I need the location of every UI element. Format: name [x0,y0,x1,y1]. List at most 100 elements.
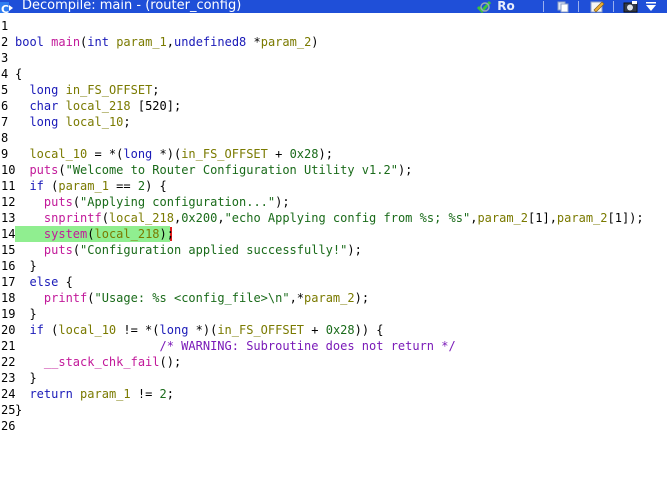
string-token[interactable]: "Usage: %s <config_file>\n" [95,291,290,305]
number-token[interactable]: 0x28 [290,147,319,161]
line-number: 8 [1,131,9,145]
code-line[interactable]: 15 puts("Configuration applied successfu… [0,242,667,258]
decompiler-code-view[interactable]: 1 2 bool main(int param_1,undefined8 *para… [0,18,667,434]
variable-token[interactable]: in_FS_OFFSET [66,83,153,97]
line-number: 19 [1,307,16,321]
code-line[interactable]: 18 printf("Usage: %s <config_file>\n",*p… [0,290,667,306]
code-line[interactable]: 4{ [0,66,667,82]
punctuation-token: [1]); [607,211,644,225]
code-line[interactable]: 3 [0,50,667,66]
copy-button[interactable] [555,0,571,13]
refresh-button[interactable] [475,0,493,13]
variable-token[interactable]: param_1 [58,179,109,193]
code-line[interactable]: 2 bool main(int param_1,undefined8 *param… [0,34,667,50]
code-line[interactable]: 9 local_10 = *(long *)(in_FS_OFFSET + 0x… [0,146,667,162]
keyword-token[interactable]: else [29,275,58,289]
function-token[interactable]: puts [44,195,73,209]
comment-token[interactable]: /* WARNING: Subroutine does not return *… [160,339,456,353]
line-number: 17 [1,275,16,289]
punctuation-token [58,83,65,97]
variable-token[interactable]: local_218 [66,99,131,113]
code-line[interactable]: 10 puts("Welcome to Router Configuration… [0,162,667,178]
number-token[interactable]: 0x200 [181,211,217,225]
keyword-token[interactable]: char [29,99,58,113]
keyword-token[interactable]: if [29,323,43,337]
function-token[interactable]: puts [44,243,73,257]
punctuation-token: != [130,387,160,401]
code-line[interactable]: 1 [0,18,667,34]
line-number: 7 [1,115,9,129]
variable-token[interactable]: param_2 [477,211,528,225]
code-text: } [15,258,36,274]
menu-button[interactable] [643,0,659,13]
code-line[interactable]: 26 [0,418,667,434]
readonly-icon[interactable]: Ro [496,0,516,13]
variable-token[interactable]: param_1 [80,387,131,401]
variable-token[interactable]: in_FS_OFFSET [217,323,304,337]
keyword-token[interactable]: long [123,147,152,161]
variable-token[interactable]: local_218 [95,227,160,241]
string-token[interactable]: "Applying configuration..." [80,195,275,209]
code-line[interactable]: 11 if (param_1 == 2) { [0,178,667,194]
code-line[interactable]: 8 [0,130,667,146]
code-line[interactable]: 21 /* WARNING: Subroutine does not retur… [0,338,667,354]
string-token[interactable]: "echo Applying config from %s; %s" [225,211,471,225]
code-line[interactable]: 6 char local_218 [520]; [0,98,667,114]
code-line[interactable]: 22 __stack_chk_fail(); [0,354,667,370]
code-line[interactable]: 19 } [0,306,667,322]
keyword-token[interactable]: long [29,115,58,129]
variable-token[interactable]: param_2 [557,211,608,225]
punctuation-token: ,* [289,291,305,305]
variable-token[interactable]: param_2 [304,291,355,305]
punctuation-token: ); [397,163,413,177]
string-token[interactable]: "Configuration applied successfully!" [80,243,347,257]
function-token[interactable]: __stack_chk_fail [44,355,160,369]
variable-token[interactable]: local_218 [109,211,174,225]
code-line[interactable]: 23 } [0,370,667,386]
punctuation-token [15,163,29,177]
keyword-token[interactable]: int [87,35,109,49]
line-number: 15 [1,243,16,257]
variable-token[interactable]: in_FS_OFFSET [181,147,268,161]
code-line[interactable]: 13 snprintf(local_218,0x200,"echo Applyi… [0,210,667,226]
code-line[interactable]: 20 if (local_10 != *(long *)(in_FS_OFFSE… [0,322,667,338]
code-line[interactable]: 17 else { [0,274,667,290]
punctuation-token [15,323,29,337]
keyword-token[interactable]: undefined8 [174,35,246,49]
variable-token[interactable]: param_1 [116,35,167,49]
punctuation-token: ( [43,323,59,337]
number-token[interactable]: 0x28 [326,323,355,337]
function-token[interactable]: system [44,227,87,241]
code-line[interactable]: 24 return param_1 != 2; [0,386,667,402]
export-button[interactable] [622,0,640,13]
line-number: 20 [1,323,16,337]
function-token[interactable]: main [51,35,80,49]
keyword-token[interactable]: long [160,323,189,337]
code-line[interactable]: 12 puts("Applying configuration..."); [0,194,667,210]
variable-token[interactable]: local_10 [66,115,124,129]
code-line[interactable]: 7 long local_10; [0,114,667,130]
code-text: } [15,402,22,418]
code-line[interactable]: 14 system(local_218); [0,226,667,242]
keyword-token[interactable]: return [29,387,72,401]
function-token[interactable]: puts [29,163,58,177]
snapshot-edit-button[interactable] [588,0,606,13]
variable-token[interactable]: param_2 [261,35,312,49]
function-token[interactable]: snprintf [44,211,102,225]
number-token[interactable]: 2 [160,387,167,401]
variable-token[interactable]: local_10 [29,147,87,161]
number-token[interactable]: 2 [138,179,145,193]
code-line[interactable]: 25} [0,402,667,418]
keyword-token[interactable]: bool [15,35,44,49]
punctuation-token [15,211,44,225]
punctuation-token: { [58,275,73,289]
code-line[interactable]: 5 long in_FS_OFFSET; [0,82,667,98]
keyword-token[interactable]: long [29,83,58,97]
code-line[interactable]: 16 } [0,258,667,274]
variable-token[interactable]: local_10 [58,323,116,337]
punctuation-token: (); [159,355,182,369]
keyword-token[interactable]: if [29,179,43,193]
code-text: long local_10; [15,114,130,130]
string-token[interactable]: "Welcome to Router Configuration Utility… [66,163,398,177]
function-token[interactable]: printf [44,291,87,305]
